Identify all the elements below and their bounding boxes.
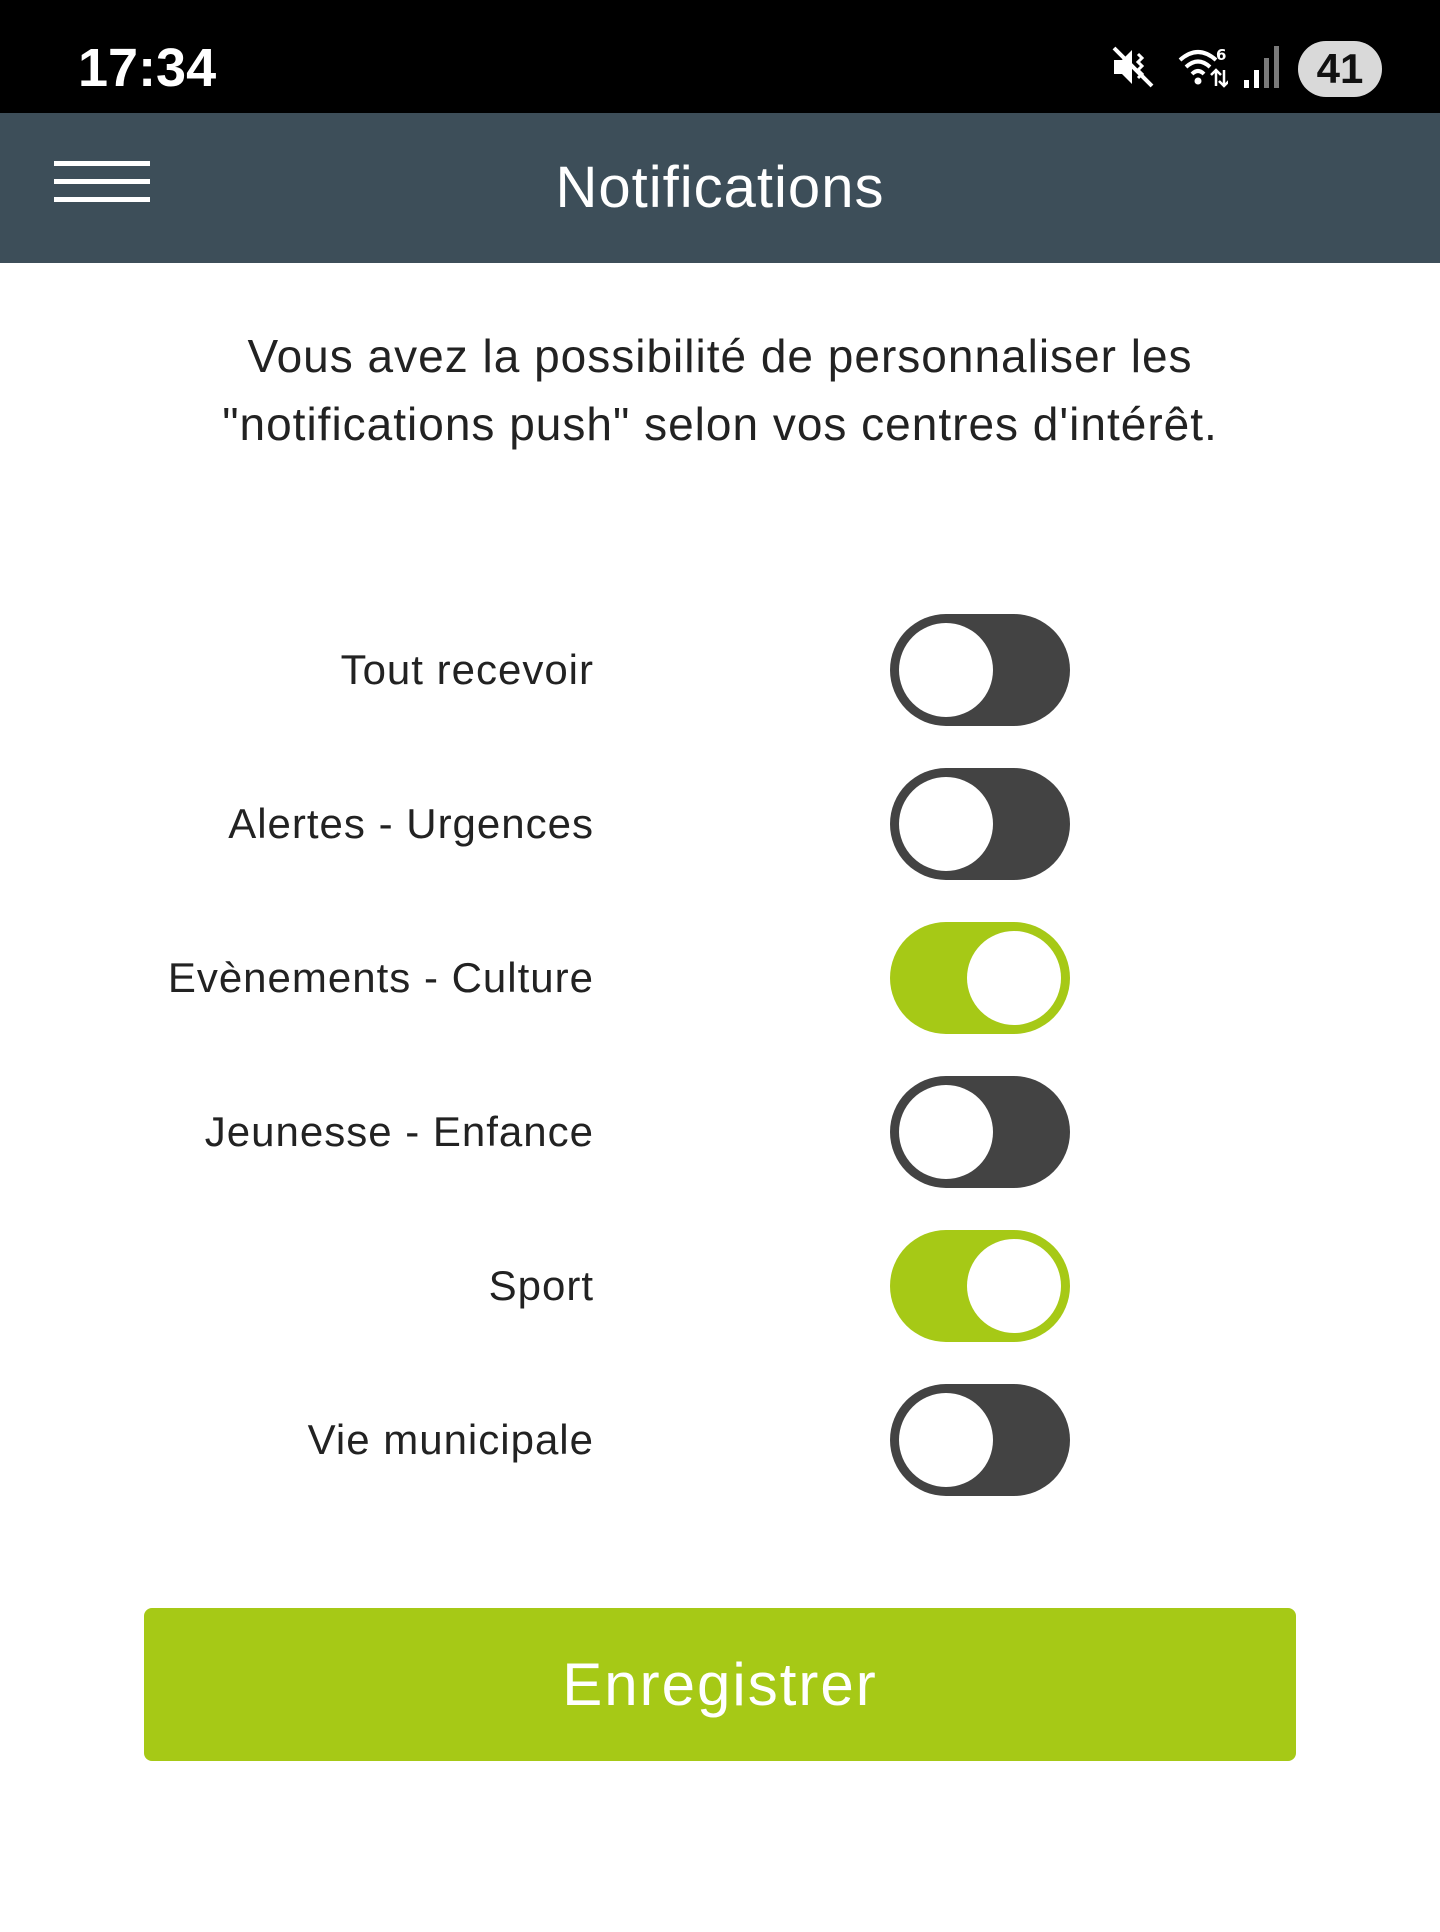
preference-label: Alertes - Urgences (228, 800, 594, 847)
toggle-tout-recevoir[interactable] (890, 614, 1070, 726)
toggle-alertes-urgences[interactable] (890, 768, 1070, 880)
toggle-jeunesse-enfance[interactable] (890, 1076, 1070, 1188)
intro-line-1: Vous avez la possibilité de personnalise… (247, 330, 1193, 382)
preference-row-evenements-culture: Evènements - Culture (0, 922, 1440, 1034)
svg-text:6: 6 (1216, 46, 1226, 64)
wifi-icon: 6 (1176, 44, 1230, 95)
hamburger-menu-icon[interactable] (54, 161, 150, 217)
status-icons: 6 41 (1110, 40, 1382, 98)
preference-label: Sport (488, 1262, 594, 1309)
vibrate-mute-icon (1110, 44, 1156, 95)
signal-icon (1242, 44, 1282, 95)
intro-text: Vous avez la possibilité de personnalise… (110, 322, 1330, 458)
toggle-vie-municipale[interactable] (890, 1384, 1070, 1496)
preference-row-alertes-urgences: Alertes - Urgences (0, 768, 1440, 880)
preference-row-jeunesse-enfance: Jeunesse - Enfance (0, 1076, 1440, 1188)
intro-line-2: "notifications push" selon vos centres d… (222, 398, 1218, 450)
toggle-knob (899, 1085, 993, 1179)
status-time: 17:34 (78, 38, 217, 98)
preference-label: Tout recevoir (340, 646, 594, 693)
battery-indicator: 41 (1298, 41, 1382, 97)
toggle-knob (899, 777, 993, 871)
preference-row-sport: Sport (0, 1230, 1440, 1342)
status-bar: 17:34 6 41 (0, 0, 1440, 113)
toggle-knob (899, 623, 993, 717)
app-bar: Notifications (0, 113, 1440, 263)
toggle-knob (899, 1393, 993, 1487)
toggle-knob (967, 1239, 1061, 1333)
preference-label: Jeunesse - Enfance (204, 1108, 594, 1155)
toggle-evenements-culture[interactable] (890, 922, 1070, 1034)
preference-row-tout-recevoir: Tout recevoir (0, 614, 1440, 726)
preference-label: Vie municipale (307, 1416, 594, 1463)
preference-label: Evènements - Culture (167, 954, 594, 1001)
page-title: Notifications (555, 155, 885, 220)
preference-row-vie-municipale: Vie municipale (0, 1384, 1440, 1496)
save-button[interactable]: Enregistrer (144, 1608, 1296, 1761)
toggle-sport[interactable] (890, 1230, 1070, 1342)
toggle-knob (967, 931, 1061, 1025)
